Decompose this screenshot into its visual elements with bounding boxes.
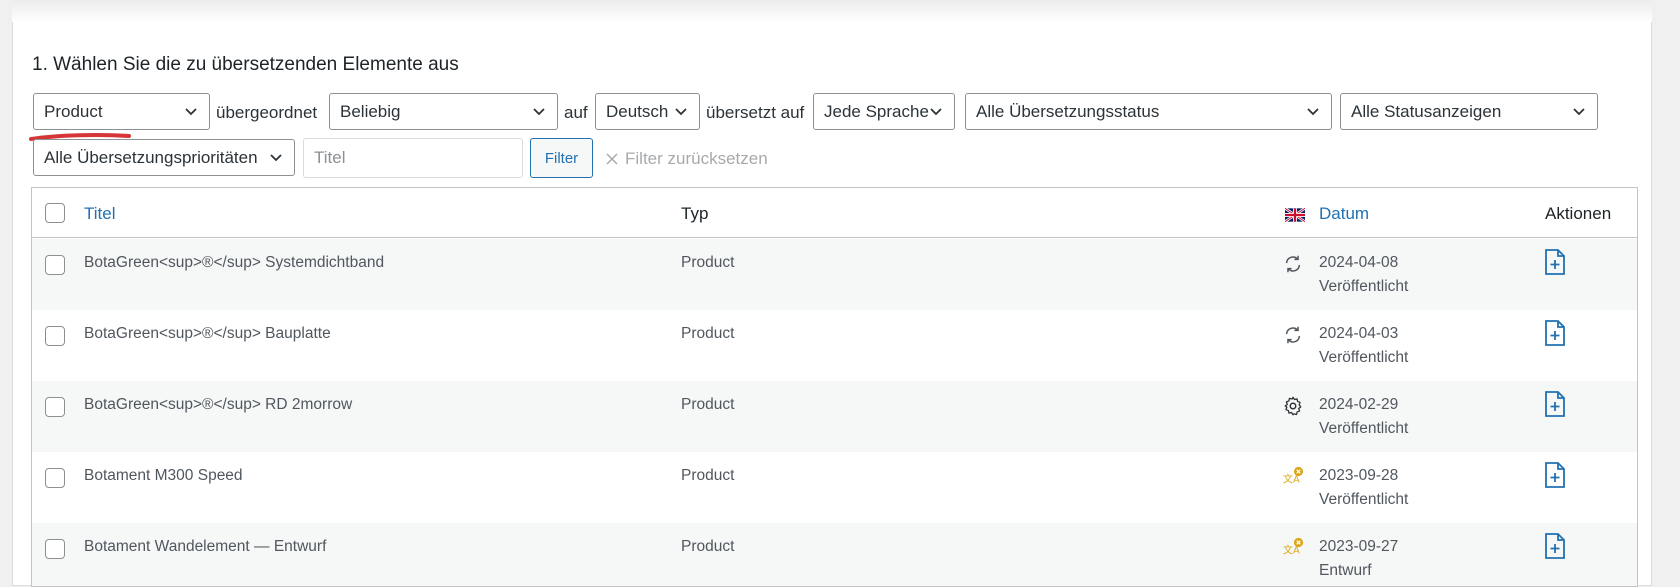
row-date-block: 2023-09-28 Veröffentlicht	[1319, 464, 1408, 512]
row-type: Product	[681, 396, 735, 413]
reset-filters-link[interactable]: Filter zurücksetzen	[605, 149, 768, 169]
row-type: Product	[681, 467, 735, 484]
row-checkbox[interactable]	[45, 539, 65, 559]
language-select[interactable]: Deutsch	[595, 93, 700, 130]
row-checkbox[interactable]	[45, 397, 65, 417]
chevron-down-icon	[185, 108, 197, 116]
chevron-down-icon	[675, 108, 687, 116]
uk-flag-icon	[1285, 208, 1305, 222]
table-row: Botament M300 Speed Product 文A 2023-09-2…	[32, 452, 1637, 523]
row-date: 2024-04-03	[1319, 325, 1399, 342]
add-translation-icon[interactable]	[1544, 462, 1566, 488]
add-translation-icon[interactable]	[1544, 320, 1566, 346]
gear-icon[interactable]	[1282, 395, 1304, 417]
parent-select[interactable]: Beliebig	[329, 93, 558, 130]
parent-label: übergeordnet	[216, 103, 318, 122]
language-select-value: Deutsch	[606, 102, 669, 121]
row-status: Veröffentlicht	[1319, 420, 1409, 437]
row-status: Entwurf	[1319, 562, 1372, 579]
row-checkbox[interactable]	[45, 255, 65, 275]
chevron-down-icon	[930, 108, 942, 116]
target-language-select[interactable]: Jede Sprache	[813, 93, 955, 130]
column-type: Typ	[681, 204, 709, 223]
table-row: Botament Wandelement — Entwurf Product 文…	[32, 523, 1637, 586]
translation-status-select[interactable]: Alle Übersetzungsstatus	[965, 93, 1332, 130]
type-select-value: Product	[44, 102, 103, 121]
status-select-value: Alle Statusanzeigen	[1351, 102, 1502, 121]
row-date-block: 2024-02-29 Veröffentlicht	[1319, 393, 1408, 441]
row-title[interactable]: Botament Wandelement — Entwurf	[84, 538, 326, 556]
row-title[interactable]: BotaGreen<sup>®</sup> Systemdichtband	[84, 254, 384, 272]
row-date: 2023-09-28	[1319, 467, 1399, 484]
type-select[interactable]: Product	[33, 93, 210, 130]
translation-missing-icon[interactable]: 文A	[1282, 537, 1304, 559]
close-icon	[606, 153, 618, 165]
chevron-down-icon	[533, 108, 545, 116]
row-type: Product	[681, 254, 735, 271]
column-actions: Aktionen	[1545, 204, 1612, 223]
section-heading: 1. Wählen Sie die zu übersetzenden Eleme…	[32, 54, 459, 75]
filter-button[interactable]: Filter	[530, 138, 593, 178]
row-status: Veröffentlicht	[1319, 491, 1409, 508]
row-title[interactable]: BotaGreen<sup>®</sup> RD 2morrow	[84, 396, 352, 414]
table-row: BotaGreen<sup>®</sup> Systemdichtband Pr…	[32, 239, 1637, 310]
target-language-select-value: Jede Sprache	[824, 102, 929, 121]
chevron-down-icon	[1307, 108, 1319, 116]
row-title[interactable]: Botament M300 Speed	[84, 467, 243, 485]
row-date: 2024-04-08	[1319, 254, 1399, 271]
sync-icon[interactable]	[1282, 253, 1304, 275]
priority-select-value: Alle Übersetzungsprioritäten	[44, 148, 258, 167]
priority-select[interactable]: Alle Übersetzungsprioritäten	[33, 139, 295, 176]
row-date: 2024-02-29	[1319, 396, 1399, 413]
row-checkbox[interactable]	[45, 468, 65, 488]
row-date: 2023-09-27	[1319, 538, 1399, 555]
select-all-checkbox[interactable]	[45, 203, 65, 223]
add-translation-icon[interactable]	[1544, 249, 1566, 275]
chevron-down-icon	[1573, 108, 1585, 116]
column-title[interactable]: Titel	[84, 204, 116, 224]
row-type: Product	[681, 538, 735, 555]
top-shadow	[12, 0, 1652, 22]
column-date[interactable]: Datum	[1319, 204, 1369, 224]
row-date-block: 2024-04-08 Veröffentlicht	[1319, 251, 1408, 299]
add-translation-icon[interactable]	[1544, 391, 1566, 417]
table-row: BotaGreen<sup>®</sup> Bauplatte Product …	[32, 310, 1637, 381]
translated-label: übersetzt auf	[706, 103, 805, 122]
items-table: Titel Typ Datum Aktionen BotaGreen<sup>®…	[31, 187, 1638, 587]
translation-status-select-value: Alle Übersetzungsstatus	[976, 102, 1160, 121]
table-row: BotaGreen<sup>®</sup> RD 2morrow Product…	[32, 381, 1637, 452]
sync-icon[interactable]	[1282, 324, 1304, 346]
parent-select-value: Beliebig	[340, 102, 401, 121]
add-translation-icon[interactable]	[1544, 533, 1566, 559]
row-checkbox[interactable]	[45, 326, 65, 346]
title-search-input[interactable]	[303, 138, 523, 178]
row-status: Veröffentlicht	[1319, 278, 1409, 295]
translation-missing-icon[interactable]: 文A	[1282, 466, 1304, 488]
row-date-block: 2024-04-03 Veröffentlicht	[1319, 322, 1408, 370]
row-status: Veröffentlicht	[1319, 349, 1409, 366]
reset-filters-label: Filter zurücksetzen	[625, 149, 768, 168]
on-label: auf	[564, 103, 588, 122]
table-header: Titel Typ Datum Aktionen	[32, 188, 1637, 238]
row-date-block: 2023-09-27 Entwurf	[1319, 535, 1398, 583]
row-type: Product	[681, 325, 735, 342]
status-select[interactable]: Alle Statusanzeigen	[1340, 93, 1598, 130]
row-title[interactable]: BotaGreen<sup>®</sup> Bauplatte	[84, 325, 331, 343]
chevron-down-icon	[270, 154, 282, 162]
